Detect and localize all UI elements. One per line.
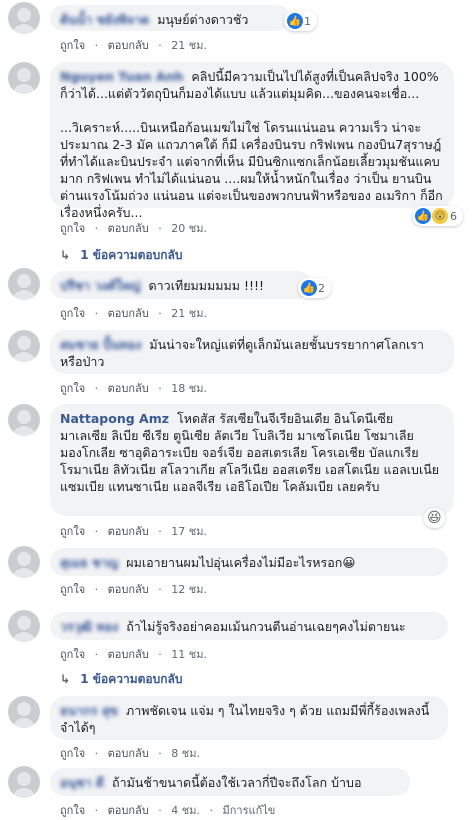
like-link[interactable]: ถูกใจ	[60, 525, 85, 538]
comment-author[interactable]: Nattapong Amz	[60, 411, 169, 426]
comment-bubble: วรวุฒิ ทอง ถ้าไม่รู้จริงอย่าคอมเม้นกวนตี…	[50, 612, 448, 640]
comment-bubble: ปรีชา วงศ์ใหญ่ ดาวเทียมมมมมม !!!!	[50, 271, 312, 299]
comment-text: คลิปนี้มีความเป็นไปได้สูงที่เป็นคลิปจริง…	[60, 69, 443, 220]
comment-author[interactable]: Nguyen Tuan Anh	[60, 69, 183, 84]
comment-author[interactable]: ธนากร สุข	[60, 703, 118, 718]
comment-actions: ถูกใจ · ตอบกลับ · 21 ชม.	[60, 307, 207, 320]
comment-timestamp[interactable]: 11 ชม.	[171, 648, 207, 661]
comment-author[interactable]: สุเมธ ชาญ	[60, 555, 118, 570]
reply-link[interactable]: ตอบกลับ	[108, 307, 149, 320]
comment-timestamp[interactable]: 18 ชม.	[171, 382, 207, 395]
reply-link[interactable]: ตอบกลับ	[108, 525, 149, 538]
comment-actions: ถูกใจ · ตอบกลับ · 4 ชม. · มีการแก้ไข	[60, 804, 276, 817]
avatar[interactable]	[8, 2, 40, 34]
reaction-summary[interactable]: 👍 1	[284, 11, 317, 31]
view-replies-link[interactable]: ↳ 1 ข้อความตอบกลับ	[60, 670, 182, 689]
comment-timestamp[interactable]: 17 ชม.	[171, 525, 207, 538]
reaction-summary[interactable]: 😆	[424, 508, 445, 528]
like-link[interactable]: ถูกใจ	[60, 307, 85, 320]
comment-author[interactable]: ต้นน้ำ ชยังพิจาต	[60, 12, 149, 27]
comment-timestamp[interactable]: 8 ชม.	[171, 747, 200, 760]
like-link[interactable]: ถูกใจ	[60, 648, 85, 661]
like-link[interactable]: ถูกใจ	[60, 747, 85, 760]
avatar[interactable]	[8, 268, 40, 300]
thumbs-up-icon: 👍	[301, 280, 317, 296]
reaction-summary[interactable]: 👍 2	[298, 278, 331, 298]
comment-bubble: ธนากร สุข ภาพชัดเจน แจ่ม ๆ ในไทยจริง ๆ ด…	[50, 696, 448, 740]
like-link[interactable]: ถูกใจ	[60, 382, 85, 395]
comment-author[interactable]: วรวุฒิ ทอง	[60, 619, 118, 634]
comment-actions: ถูกใจ · ตอบกลับ · 21 ชม.	[60, 39, 207, 52]
thumbs-up-icon: 👍	[287, 13, 303, 29]
comment-author[interactable]: สมชาย ปั้นทอง	[60, 337, 141, 352]
comment-bubble: Nguyen Tuan Anh คลิปนี้มีความเป็นไปได้สู…	[50, 62, 454, 220]
avatar[interactable]	[8, 404, 40, 436]
comment-bubble: สุเมธ ชาญ ผมเอายานผมไปอุ่นเครื่องไม่มีอะ…	[50, 548, 448, 576]
haha-face-icon: 😆	[427, 510, 442, 526]
avatar[interactable]	[8, 546, 40, 578]
comment-actions: ถูกใจ · ตอบกลับ · 20 ชม.	[60, 222, 207, 235]
comment-timestamp[interactable]: 21 ชม.	[171, 307, 207, 320]
edited-label[interactable]: มีการแก้ไข	[222, 804, 275, 817]
avatar[interactable]	[8, 610, 40, 642]
reply-link[interactable]: ตอบกลับ	[108, 648, 149, 661]
comment-bubble: อนุชา ดี ถ้ามันช้าขนาดนี้ต้องใช้เวลากี่ป…	[50, 768, 410, 796]
avatar[interactable]	[8, 330, 40, 362]
comment-actions: ถูกใจ · ตอบกลับ · 8 ชม.	[60, 747, 200, 760]
comment-timestamp[interactable]: 21 ชม.	[171, 39, 207, 52]
reaction-count: 2	[318, 281, 325, 295]
comment-bubble: ต้นน้ำ ชยังพิจาต มนุษย์ต่างดาวชัว	[50, 5, 290, 31]
like-link[interactable]: ถูกใจ	[60, 583, 85, 596]
avatar[interactable]	[8, 62, 40, 94]
comment-text: มนุษย์ต่างดาวชัว	[157, 12, 249, 27]
comment-actions: ถูกใจ · ตอบกลับ · 12 ชม.	[60, 583, 207, 596]
reaction-summary[interactable]: 👍 😮 6	[412, 206, 463, 226]
reaction-count: 6	[450, 209, 457, 223]
reply-link[interactable]: ตอบกลับ	[108, 222, 149, 235]
comment-thread: ต้นน้ำ ชยังพิจาต มนุษย์ต่างดาวชัว 👍 1 ถู…	[0, 0, 472, 820]
comment-text: ผมเอายานผมไปอุ่นเครื่องไม่มีอะไรหรอก😀	[126, 555, 356, 570]
reply-link[interactable]: ตอบกลับ	[108, 804, 149, 817]
reaction-count: 1	[304, 14, 311, 28]
comment-bubble: สมชาย ปั้นทอง มันน่าจะใหญ่แต่ที่ดูเล็กมั…	[50, 330, 454, 374]
like-link[interactable]: ถูกใจ	[60, 222, 85, 235]
view-replies-link[interactable]: ↳ 1 ข้อความตอบกลับ	[60, 246, 182, 265]
reply-arrow-icon: ↳	[60, 248, 71, 262]
comment-text: ถ้ามันช้าขนาดนี้ต้องใช้เวลากี่ปีจะถึงโลก…	[112, 775, 362, 790]
comment-actions: ถูกใจ · ตอบกลับ · 11 ชม.	[60, 648, 207, 661]
wow-face-icon: 😮	[432, 208, 448, 224]
comment-text: ดาวเทียมมมมมม !!!!	[148, 278, 264, 293]
reply-link[interactable]: ตอบกลับ	[108, 382, 149, 395]
comment-timestamp[interactable]: 4 ชม.	[171, 804, 200, 817]
comment-timestamp[interactable]: 20 ชม.	[171, 222, 207, 235]
reply-link[interactable]: ตอบกลับ	[108, 39, 149, 52]
comment-author[interactable]: ปรีชา วงศ์ใหญ่	[60, 278, 141, 293]
comment-actions: ถูกใจ · ตอบกลับ · 18 ชม.	[60, 382, 207, 395]
thumbs-up-icon: 👍	[415, 208, 431, 224]
reply-arrow-icon: ↳	[60, 672, 71, 686]
comment-author[interactable]: อนุชา ดี	[60, 775, 104, 790]
avatar[interactable]	[8, 696, 40, 728]
avatar[interactable]	[8, 766, 40, 798]
comment-actions: ถูกใจ · ตอบกลับ · 17 ชม.	[60, 525, 207, 538]
comment-timestamp[interactable]: 12 ชม.	[171, 583, 207, 596]
comment-text: ถ้าไม่รู้จริงอย่าคอมเม้นกวนตีนอ่านเฉยๆคง…	[126, 619, 406, 634]
reply-link[interactable]: ตอบกลับ	[108, 747, 149, 760]
like-link[interactable]: ถูกใจ	[60, 804, 85, 817]
comment-bubble: Nattapong Amz โหดสัส รัสเซียในจีเรียอินเ…	[50, 404, 454, 516]
reply-link[interactable]: ตอบกลับ	[108, 583, 149, 596]
like-link[interactable]: ถูกใจ	[60, 39, 85, 52]
